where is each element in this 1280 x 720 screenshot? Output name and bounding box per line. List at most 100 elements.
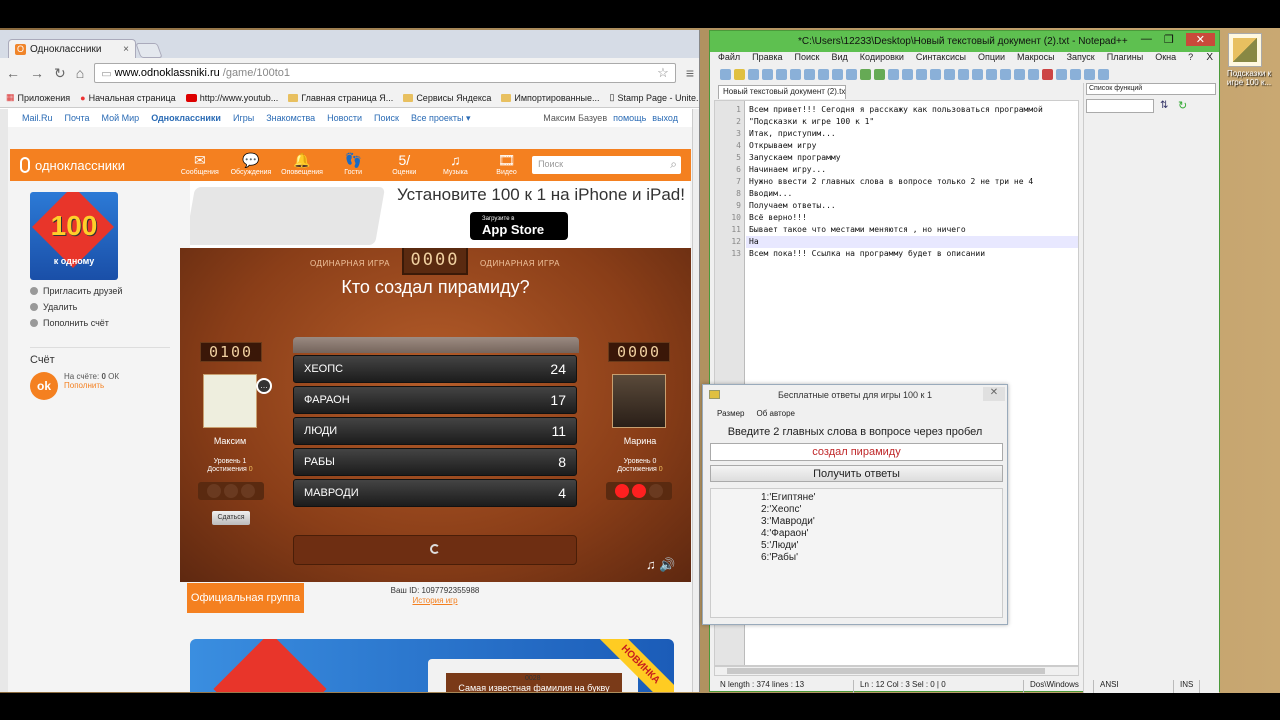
doc-map-icon[interactable] xyxy=(1014,68,1025,80)
bookmark-item[interactable]: Главная страница Я... xyxy=(288,93,393,103)
menu-search[interactable]: Поиск xyxy=(795,52,820,66)
ok-search-input[interactable]: Поиск ⌕ xyxy=(532,156,681,174)
menu-about[interactable]: Об авторе xyxy=(757,409,795,418)
app-logo-100-to-1[interactable]: 100 к одному xyxy=(30,192,118,280)
back-icon[interactable]: ← xyxy=(6,65,20,81)
bookmark-item[interactable]: Сервисы Яндекса xyxy=(403,93,491,103)
print-icon[interactable] xyxy=(804,68,815,80)
close-doc-icon[interactable]: X xyxy=(1206,52,1213,63)
word-wrap-icon[interactable] xyxy=(972,68,983,80)
menu-windows[interactable]: Окна xyxy=(1155,52,1176,66)
replace-icon[interactable] xyxy=(902,68,913,80)
indent-guide-icon[interactable] xyxy=(1000,68,1011,80)
menu-view[interactable]: Вид xyxy=(832,52,848,66)
notifications-button[interactable]: 🔔 Оповещения xyxy=(277,153,328,176)
function-list-icon[interactable] xyxy=(1028,68,1039,80)
music-button[interactable]: ♫ Музыка xyxy=(430,153,481,176)
zoom-out-icon[interactable] xyxy=(930,68,941,80)
menu-plugins[interactable]: Плагины xyxy=(1107,52,1143,66)
app-store-button[interactable]: Загрузите в App Store xyxy=(470,212,568,240)
open-file-icon[interactable] xyxy=(734,68,745,80)
cut-icon[interactable] xyxy=(818,68,829,80)
top-up-button[interactable]: Пополнить xyxy=(64,381,119,390)
stop-macro-icon[interactable] xyxy=(1056,68,1067,80)
messages-button[interactable]: ✉ Сообщения xyxy=(174,153,225,176)
game-history-link[interactable]: История игр xyxy=(370,596,500,606)
menu-run[interactable]: Запуск xyxy=(1067,52,1095,66)
save-icon[interactable] xyxy=(748,68,759,80)
invite-friends-link[interactable]: Пригласить друзей xyxy=(30,286,170,296)
browser-tab[interactable]: О Одноклассники × xyxy=(8,39,136,58)
menu-size[interactable]: Размер xyxy=(717,409,745,418)
guests-button[interactable]: 👣 Гости xyxy=(328,153,379,176)
nav-link[interactable]: Поиск xyxy=(374,113,399,123)
logout-link[interactable]: выход xyxy=(652,113,678,123)
menu-help[interactable]: ? xyxy=(1188,52,1193,66)
page-scrollbar[interactable] xyxy=(692,109,699,692)
refresh-icon[interactable]: ↻ xyxy=(1178,99,1187,112)
get-answers-button[interactable]: Получить ответы xyxy=(710,465,1003,482)
zoom-in-icon[interactable] xyxy=(916,68,927,80)
menu-options[interactable]: Опции xyxy=(978,52,1005,66)
maximize-icon[interactable]: ❐ xyxy=(1164,33,1174,46)
menu-edit[interactable]: Правка xyxy=(752,52,782,66)
nav-link[interactable]: Почта xyxy=(65,113,90,123)
home-icon[interactable]: ⌂ xyxy=(76,65,84,81)
nav-link[interactable]: Мой Мир xyxy=(102,113,140,123)
give-up-button[interactable]: Сдаться xyxy=(212,511,250,525)
all-chars-icon[interactable] xyxy=(986,68,997,80)
scrollbar-thumb[interactable] xyxy=(727,668,1045,674)
ok-logo[interactable]: одноклассники xyxy=(20,157,174,173)
player2-avatar[interactable] xyxy=(612,374,666,428)
paste-icon[interactable] xyxy=(846,68,857,80)
menu-file[interactable]: Файл xyxy=(718,52,740,66)
minimize-icon[interactable]: — xyxy=(1141,33,1152,46)
sync-h-icon[interactable] xyxy=(958,68,969,80)
record-macro-icon[interactable] xyxy=(1042,68,1053,80)
chat-bubble-icon[interactable]: … xyxy=(256,378,272,394)
save-all-icon[interactable] xyxy=(762,68,773,80)
bookmark-apps[interactable]: ▦ Приложения xyxy=(6,92,70,103)
bookmark-item[interactable]: http://www.youtub... xyxy=(185,93,278,103)
top-up-link[interactable]: Пополнить счёт xyxy=(30,318,170,328)
sync-v-icon[interactable] xyxy=(944,68,955,80)
nav-link-current[interactable]: Одноклассники xyxy=(151,113,221,123)
video-button[interactable]: 🎞 Видео xyxy=(481,153,532,176)
nav-link[interactable]: Игры xyxy=(233,113,254,123)
undo-icon[interactable] xyxy=(860,68,871,80)
document-tab[interactable]: Новый текстовый документ (2).txt xyxy=(718,85,846,99)
menu-encoding[interactable]: Кодировки xyxy=(860,52,904,66)
bookmark-item[interactable]: ▯ Stamp Page - Unite... xyxy=(609,92,699,103)
new-file-icon[interactable] xyxy=(720,68,731,80)
menu-syntax[interactable]: Синтаксисы xyxy=(916,52,966,66)
close-file-icon[interactable] xyxy=(776,68,787,80)
redo-icon[interactable] xyxy=(874,68,885,80)
ratings-button[interactable]: 5/Оценки xyxy=(379,153,430,176)
horizontal-scrollbar[interactable] xyxy=(714,666,1079,676)
tab-close-icon[interactable]: × xyxy=(123,44,129,55)
find-icon[interactable] xyxy=(888,68,899,80)
player1-avatar[interactable] xyxy=(203,374,257,428)
sound-controls[interactable]: ♫ 🔊 xyxy=(646,557,676,573)
menu-icon[interactable]: ≡ xyxy=(686,65,694,81)
reload-icon[interactable]: ↻ xyxy=(54,65,66,82)
official-group-button[interactable]: Официальная группа xyxy=(187,583,304,613)
forward-icon[interactable]: → xyxy=(30,65,44,81)
delete-link[interactable]: Удалить xyxy=(30,302,170,312)
function-search-input[interactable] xyxy=(1086,99,1154,113)
menu-macros[interactable]: Макросы xyxy=(1017,52,1055,66)
close-all-icon[interactable] xyxy=(790,68,801,80)
play-macro-icon[interactable] xyxy=(1070,68,1081,80)
bookmark-item[interactable]: ● Начальная страница xyxy=(80,93,176,103)
user-name[interactable]: Максим Базуев xyxy=(543,113,607,123)
help-link[interactable]: помощь xyxy=(613,113,646,123)
copy-icon[interactable] xyxy=(832,68,843,80)
iphone-banner[interactable]: Установите 100 к 1 на iPhone и iPad! Заг… xyxy=(190,181,690,248)
save-macro-icon[interactable] xyxy=(1098,68,1109,80)
run-multiple-icon[interactable] xyxy=(1084,68,1095,80)
close-icon[interactable]: ✕ xyxy=(1185,33,1215,46)
nav-link[interactable]: Знакомства xyxy=(266,113,315,123)
helper-close-icon[interactable]: ✕ xyxy=(983,387,1005,401)
address-bar[interactable]: ▭ www.odnoklassniki.ru/game/100to1 ☆ xyxy=(94,63,676,83)
nav-link-all-projects[interactable]: Все проекты ▾ xyxy=(411,113,471,124)
